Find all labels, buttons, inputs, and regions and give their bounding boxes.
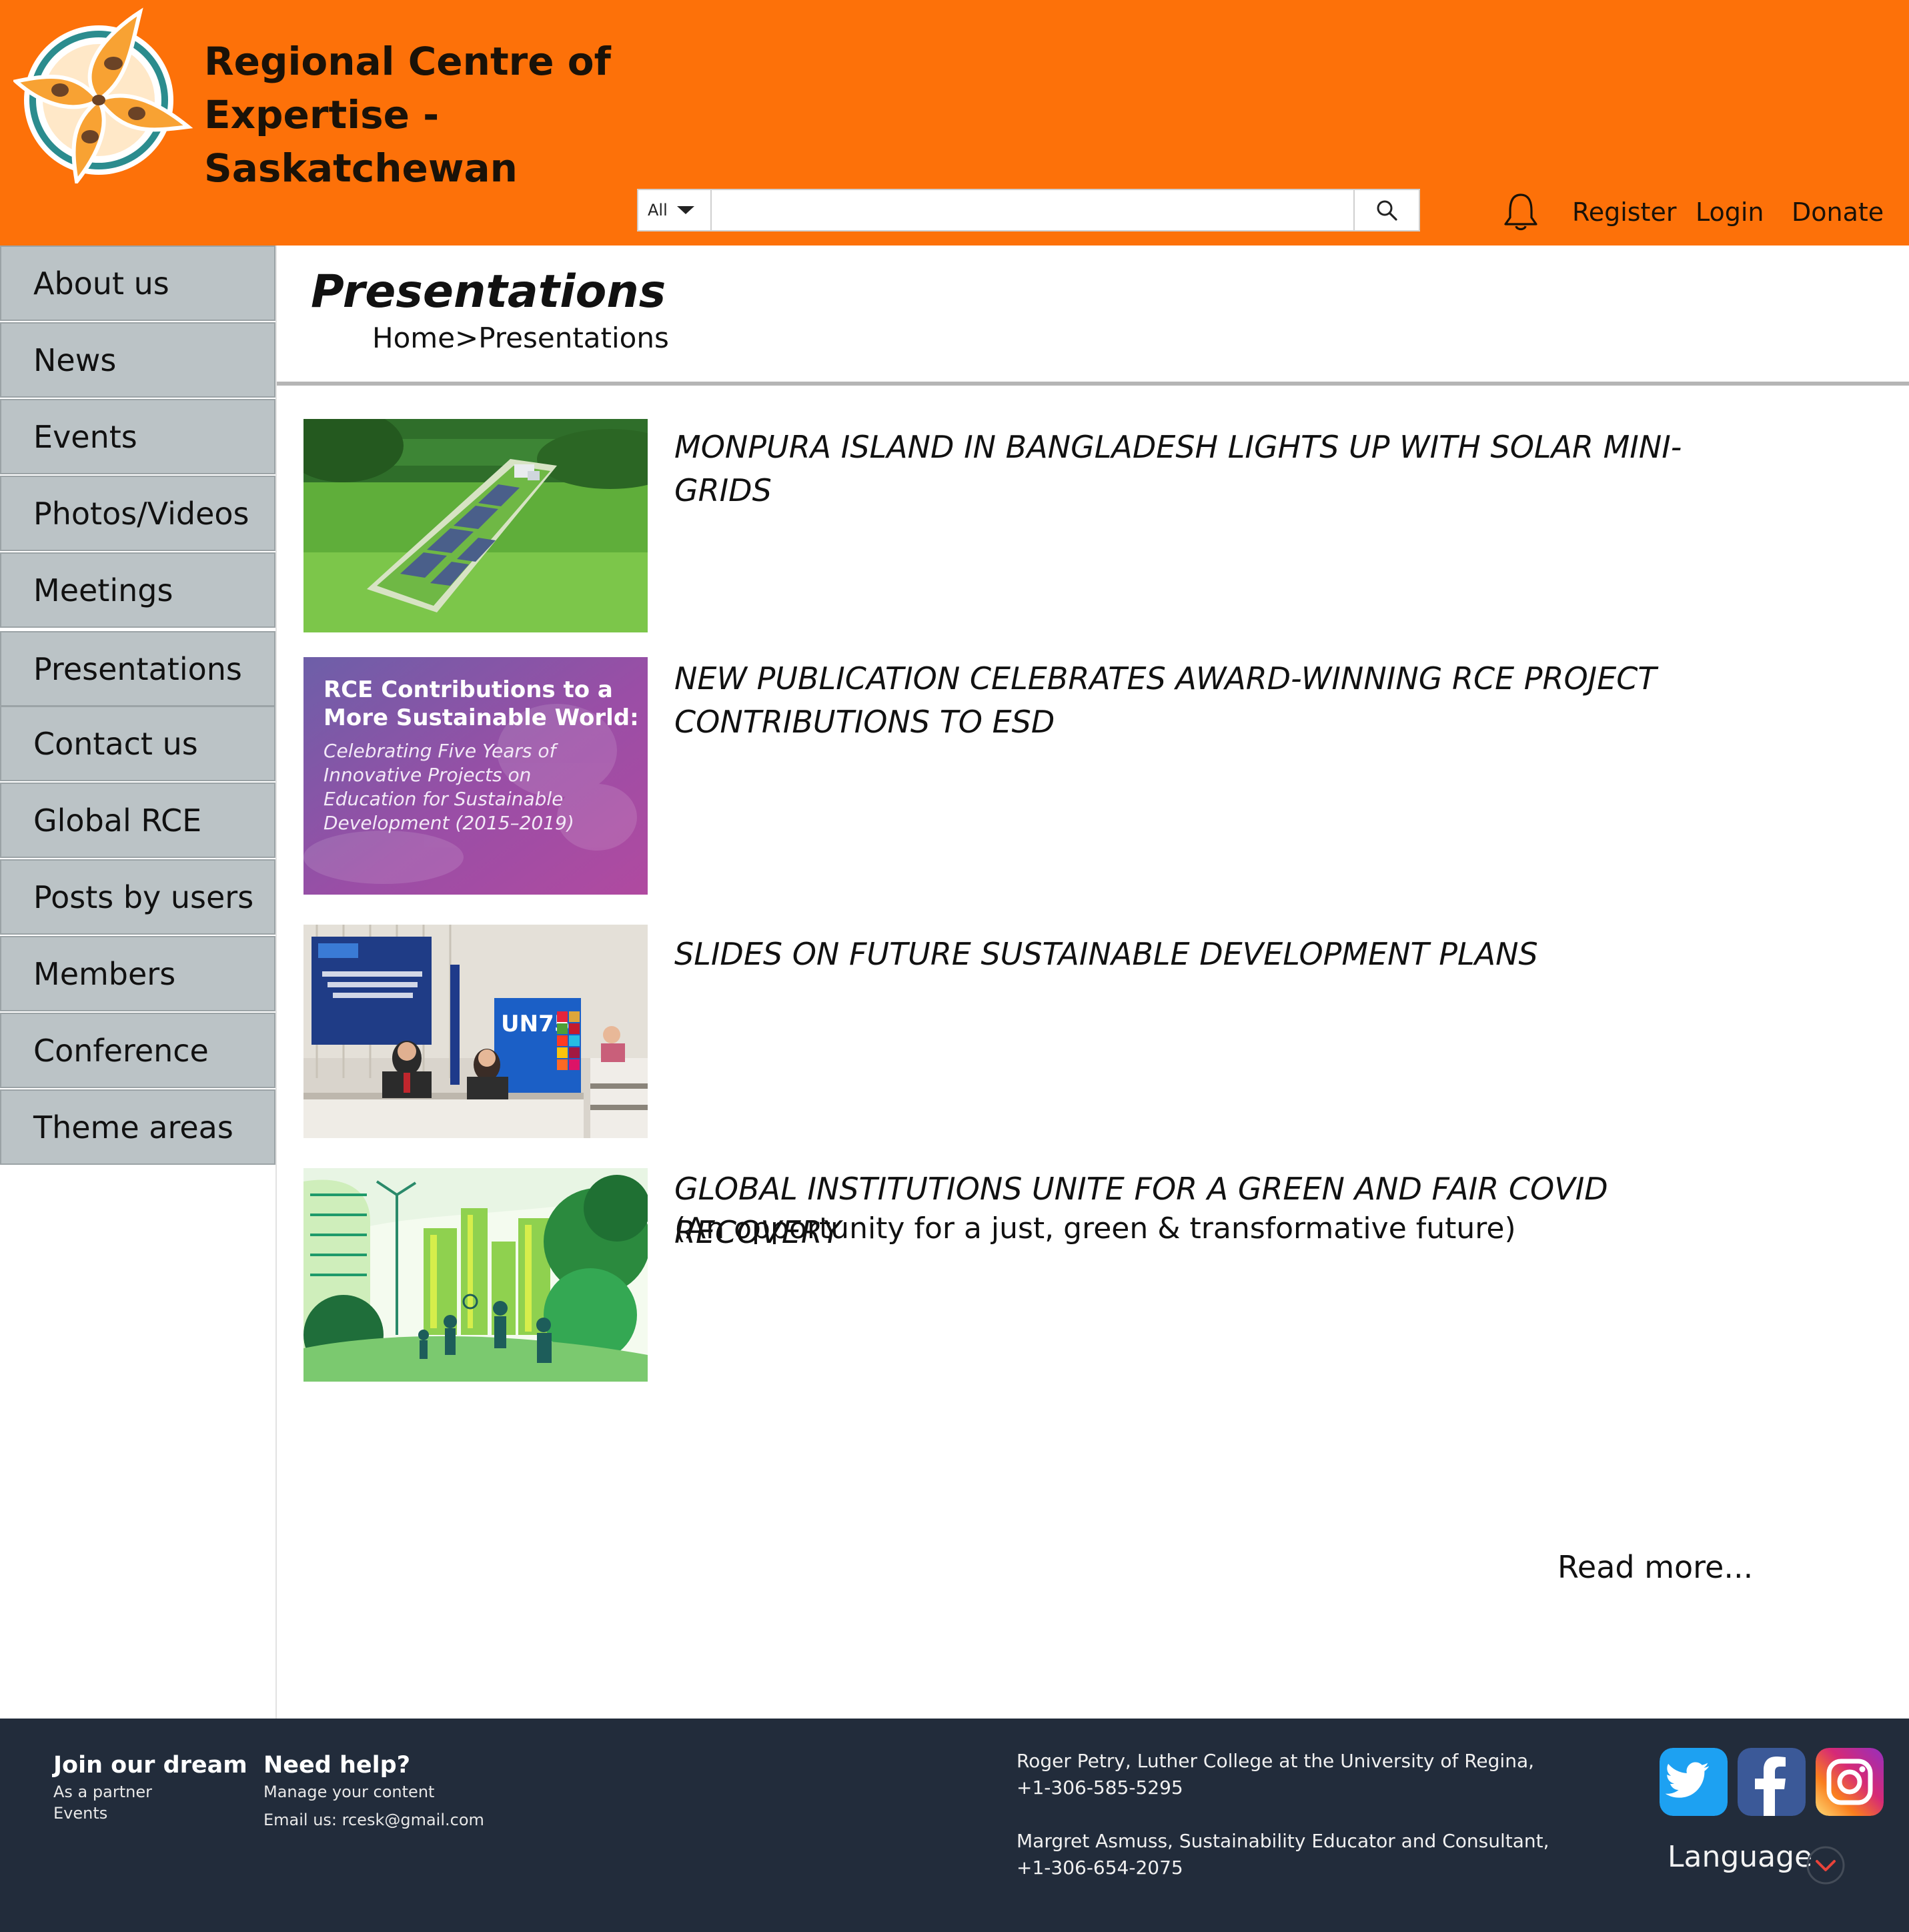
presentation-subtitle-4: (An opportunity for a just, green & tran… xyxy=(674,1212,1516,1246)
search-icon xyxy=(1377,200,1397,221)
sidebar-item-global-rce[interactable]: Global RCE xyxy=(0,783,275,858)
presentation-title-3[interactable]: SLIDES ON FUTURE SUSTAINABLE DEVELOPMENT… xyxy=(674,933,1768,976)
sidebar-item-presentations[interactable]: Presentations xyxy=(0,631,275,706)
sidebar-item-label: Members xyxy=(33,955,176,992)
sidebar-item-events[interactable]: Events xyxy=(0,399,275,474)
sidebar-item-label: Global RCE xyxy=(33,802,202,839)
sidebar-item-label: Meetings xyxy=(33,572,173,608)
sidebar-item-label: Events xyxy=(33,418,137,455)
footer-link-events[interactable]: Events xyxy=(53,1804,107,1823)
footer-contact-1: Roger Petry, Luther College at the Unive… xyxy=(1017,1748,1534,1801)
site-title[interactable]: Regional Centre of Expertise - Saskatche… xyxy=(204,35,804,195)
header-divider xyxy=(277,382,1909,386)
sidebar-item-conference[interactable]: Conference xyxy=(0,1013,275,1088)
search-category-select[interactable]: All xyxy=(638,190,712,230)
sidebar-item-label: About us xyxy=(33,265,169,302)
search-bar: All xyxy=(637,189,1420,231)
presentation-thumbnail-solar[interactable] xyxy=(303,419,648,632)
publication-sub-line-2: Innovative Projects on xyxy=(324,764,531,786)
sidebar-item-theme-areas[interactable]: Theme areas xyxy=(0,1089,275,1165)
language-dropdown-chevron-icon[interactable] xyxy=(1806,1845,1846,1885)
sidebar-item-members[interactable]: Members xyxy=(0,936,275,1011)
read-more-link[interactable]: Read more... xyxy=(1557,1549,1753,1585)
presentation-thumbnail-un75[interactable]: UN75 xyxy=(303,925,648,1138)
instagram-icon[interactable] xyxy=(1816,1748,1884,1816)
page-title: Presentations xyxy=(311,266,666,318)
donate-link[interactable]: Donate xyxy=(1792,197,1884,227)
search-button[interactable] xyxy=(1353,190,1419,230)
publication-sub-line-4: Development (2015–2019) xyxy=(324,812,574,834)
twitter-icon[interactable] xyxy=(1660,1748,1728,1816)
sidebar-item-news[interactable]: News xyxy=(0,322,275,398)
sidebar-divider xyxy=(275,246,277,1719)
publication-sub-line-3: Education for Sustainable xyxy=(324,788,563,810)
sidebar-item-label: Photos/Videos xyxy=(33,495,249,532)
footer-contact-2: Margret Asmuss, Sustainability Educator … xyxy=(1017,1828,1549,1881)
contact-1-name: Roger Petry, Luther College at the Unive… xyxy=(1017,1750,1535,1772)
site-title-line-2: Saskatchewan xyxy=(204,145,518,191)
sidebar-item-label: Theme areas xyxy=(33,1109,233,1145)
register-link[interactable]: Register xyxy=(1572,197,1676,227)
publication-heading-line-2: More Sustainable World: xyxy=(324,704,639,731)
sidebar-item-meetings[interactable]: Meetings xyxy=(0,552,275,628)
breadcrumb[interactable]: Home>Presentations xyxy=(372,322,669,354)
sidebar-item-label: Contact us xyxy=(33,725,198,762)
sidebar-item-label: Posts by users xyxy=(33,879,254,915)
sidebar-item-photos-videos[interactable]: Photos/Videos xyxy=(0,476,275,551)
facebook-icon[interactable] xyxy=(1738,1748,1806,1816)
contact-1-phone: +1-306-585-5295 xyxy=(1017,1777,1183,1799)
presentation-thumbnail-green-recovery[interactable] xyxy=(303,1168,648,1382)
publication-heading-line-1: RCE Contributions to a xyxy=(324,676,613,703)
footer-help-heading: Need help? xyxy=(263,1752,411,1779)
presentation-title-1[interactable]: MONPURA ISLAND IN BANGLADESH LIGHTS UP W… xyxy=(674,426,1768,512)
sidebar-item-contact-us[interactable]: Contact us xyxy=(0,706,275,781)
sidebar-item-about-us[interactable]: About us xyxy=(0,246,275,321)
sidebar-item-posts-by-users[interactable]: Posts by users xyxy=(0,859,275,935)
contact-2-name: Margret Asmuss, Sustainability Educator … xyxy=(1017,1830,1549,1852)
sidebar-item-label: Conference xyxy=(33,1032,209,1069)
search-category-label: All xyxy=(648,201,668,219)
site-header: Regional Centre of Expertise - Saskatche… xyxy=(0,0,1909,246)
presentation-thumbnail-publication[interactable]: RCE Contributions to a More Sustainable … xyxy=(303,657,648,895)
login-link[interactable]: Login xyxy=(1696,197,1764,227)
sidebar-item-label: Presentations xyxy=(33,650,242,687)
notification-bell-icon[interactable] xyxy=(1502,192,1539,232)
presentation-title-2[interactable]: NEW PUBLICATION CELEBRATES AWARD-WINNING… xyxy=(674,657,1768,744)
rce-logo[interactable] xyxy=(13,7,193,183)
footer-link-as-partner[interactable]: As a partner xyxy=(53,1783,152,1801)
site-title-line-1: Regional Centre of Expertise - xyxy=(204,39,611,137)
footer-link-manage-content[interactable]: Manage your content xyxy=(263,1783,434,1801)
footer-email[interactable]: Email us: rcesk@gmail.com xyxy=(263,1811,484,1829)
search-input[interactable] xyxy=(712,190,1353,230)
sidebar-item-label: News xyxy=(33,342,117,378)
contact-2-phone: +1-306-654-2075 xyxy=(1017,1857,1183,1879)
dropdown-caret-icon xyxy=(676,206,694,214)
publication-sub-line-1: Celebrating Five Years of xyxy=(324,740,559,762)
language-label: Language xyxy=(1668,1840,1813,1874)
footer-join-heading: Join our dream xyxy=(53,1752,247,1779)
